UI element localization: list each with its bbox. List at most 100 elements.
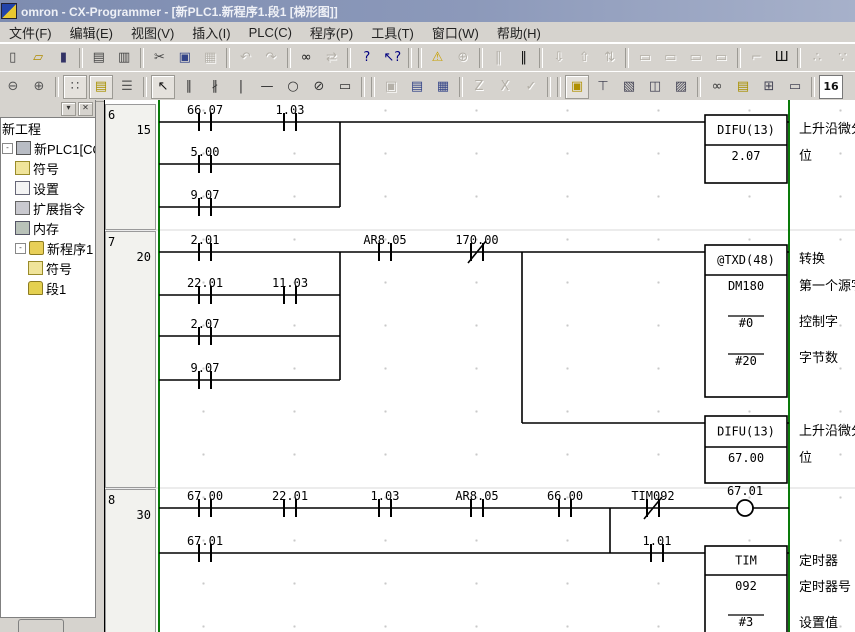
workspace-tab[interactable] xyxy=(18,619,64,632)
menu-4[interactable]: PLC(C) xyxy=(240,24,301,41)
watch-window-button[interactable]: ▧ xyxy=(617,75,641,99)
no-contact-1.03[interactable]: 1.03 xyxy=(276,103,305,131)
comment-view-button[interactable]: ▤ xyxy=(731,75,755,99)
transfer-from-plc-button[interactable]: ⇧ xyxy=(573,46,596,70)
sort-x-button[interactable]: X xyxy=(493,75,517,99)
zoom-out-button[interactable]: ⊖ xyxy=(1,75,25,99)
plc-clock-button[interactable]: ∵ xyxy=(831,46,854,70)
instruction-block-TIM[interactable]: TIM092#3 xyxy=(705,546,787,632)
instruction-block-DIFU(13)[interactable]: DIFU(13)2.07 xyxy=(705,115,787,183)
new-contact-button[interactable]: ∥ xyxy=(177,75,201,99)
monitor-mode-button[interactable]: ▭ xyxy=(659,46,682,70)
no-contact-67.00[interactable]: 67.00 xyxy=(187,489,223,517)
tree-item-符号[interactable]: 符号 xyxy=(1,158,95,178)
sort-z-button[interactable]: Z xyxy=(467,75,491,99)
menu-6[interactable]: 工具(T) xyxy=(362,22,423,43)
chevron-down-icon[interactable]: ▾ xyxy=(61,102,76,116)
tree-item-新程序1[interactable]: -新程序1 xyxy=(1,238,95,258)
output-coil-67.01[interactable]: 67.01 xyxy=(727,484,763,516)
menu-1[interactable]: 编辑(E) xyxy=(61,22,122,43)
copy-button[interactable]: ▣ xyxy=(173,46,196,70)
tree-item-段1[interactable]: 段1 xyxy=(1,278,95,298)
cross-reference-button[interactable]: ◫ xyxy=(643,75,667,99)
undo-button[interactable]: ↶ xyxy=(234,46,257,70)
tree-item-内存[interactable]: 内存 xyxy=(1,218,95,238)
no-contact-1.01[interactable]: 1.01 xyxy=(643,534,672,562)
replace-button[interactable]: ⇄ xyxy=(320,46,343,70)
tree-expander-icon[interactable]: - xyxy=(2,143,13,154)
properties-window-button[interactable]: ▨ xyxy=(669,75,693,99)
dialog-view-button[interactable]: ▭ xyxy=(783,75,807,99)
no-contact-9.07[interactable]: 9.07 xyxy=(191,361,220,389)
context-help-button[interactable]: ↖? xyxy=(381,46,404,70)
close-icon[interactable]: ✕ xyxy=(78,102,93,116)
rung-comment-button[interactable]: ▤ xyxy=(89,75,113,99)
no-contact-5.00[interactable]: 5.00 xyxy=(191,145,220,173)
tree-expander-icon[interactable]: - xyxy=(15,243,26,254)
new-closed-coil-button[interactable]: ⊘ xyxy=(307,75,331,99)
menu-3[interactable]: 插入(I) xyxy=(183,22,239,43)
no-contact-9.07[interactable]: 9.07 xyxy=(191,188,220,216)
open-button[interactable]: ▱ xyxy=(26,46,49,70)
monitor-io-button[interactable]: ▣ xyxy=(379,75,403,99)
zoom-in-button[interactable]: ⊕ xyxy=(27,75,51,99)
find-button[interactable]: ∞ xyxy=(295,46,318,70)
no-contact-66.07[interactable]: 66.07 xyxy=(187,103,223,131)
sort-check-button[interactable]: ✓ xyxy=(519,75,543,99)
nc-contact-TIM092[interactable]: TIM092 xyxy=(631,489,674,519)
new-coil-button[interactable]: ○ xyxy=(281,75,305,99)
debug-mode-button[interactable]: ▭ xyxy=(684,46,707,70)
redo-button[interactable]: ↷ xyxy=(259,46,282,70)
io-table-button[interactable]: ▦ xyxy=(431,75,455,99)
tree-item-设置[interactable]: 设置 xyxy=(1,178,95,198)
no-contact-22.01[interactable]: 22.01 xyxy=(272,489,308,517)
symbol-table-button[interactable]: ▤ xyxy=(405,75,429,99)
instruction-block-@TXD(48)[interactable]: @TXD(48)DM180#0#20 xyxy=(705,245,787,397)
online-work-button[interactable]: ⊕ xyxy=(451,46,474,70)
no-contact-11.03[interactable]: 11.03 xyxy=(272,276,308,304)
horizontal-line-button[interactable]: — xyxy=(255,75,279,99)
select-tool-button[interactable]: ↖ xyxy=(151,75,175,99)
address-reference-button[interactable]: ∞ xyxy=(705,75,729,99)
no-contact-22.01[interactable]: 22.01 xyxy=(187,276,223,304)
help-button[interactable]: ? xyxy=(355,46,378,70)
new-instruction-button[interactable]: ▭ xyxy=(333,75,357,99)
new-button[interactable]: ▯ xyxy=(1,46,24,70)
pause-button[interactable]: ‖ xyxy=(512,46,535,70)
paste-button[interactable]: ▦ xyxy=(199,46,222,70)
cut-button[interactable]: ✂ xyxy=(148,46,171,70)
print-preview-button[interactable]: ▥ xyxy=(112,46,135,70)
no-contact-66.00[interactable]: 66.00 xyxy=(547,489,583,517)
menu-7[interactable]: 窗口(W) xyxy=(423,22,488,43)
no-contact-2.01[interactable]: 2.01 xyxy=(191,233,220,261)
show-grid-button[interactable]: ∷ xyxy=(63,75,87,99)
print-button[interactable]: ▤ xyxy=(87,46,110,70)
no-contact-1.03[interactable]: 1.03 xyxy=(371,489,400,517)
new-closed-contact-button[interactable]: ∦ xyxy=(203,75,227,99)
no-contact-AR8.05[interactable]: AR8.05 xyxy=(363,233,406,261)
menu-2[interactable]: 视图(V) xyxy=(122,22,183,43)
tree-item-扩展指令[interactable]: 扩展指令 xyxy=(1,198,95,218)
tree-item-符号[interactable]: 符号 xyxy=(1,258,95,278)
menu-0[interactable]: 文件(F) xyxy=(0,22,61,43)
no-contact-67.01[interactable]: 67.01 xyxy=(187,534,223,562)
monitor-16bit-button[interactable]: 16 xyxy=(819,75,843,99)
tree-item-新工程[interactable]: 新工程 xyxy=(1,118,95,138)
no-contact-AR8.05[interactable]: AR8.05 xyxy=(455,489,498,517)
no-contact-2.07[interactable]: 2.07 xyxy=(191,317,220,345)
cycle-time-button[interactable]: ∴ xyxy=(805,46,828,70)
rung-list-button[interactable]: ☰ xyxy=(115,75,139,99)
menu-8[interactable]: 帮助(H) xyxy=(488,22,550,43)
rung-margin[interactable] xyxy=(106,232,156,488)
output-window-button[interactable]: ⊤ xyxy=(591,75,615,99)
transfer-to-plc-button[interactable]: ⇩ xyxy=(547,46,570,70)
step-run-button[interactable]: ⌐ xyxy=(745,46,768,70)
save-button[interactable]: ▮ xyxy=(52,46,75,70)
time-chart-monitor-button[interactable]: Ш xyxy=(770,46,793,70)
program-mode-button[interactable]: ▭ xyxy=(709,46,732,70)
compile-button[interactable]: ⚠ xyxy=(426,46,449,70)
run-mode-button[interactable]: ▭ xyxy=(633,46,656,70)
vertical-line-button[interactable]: | xyxy=(229,75,253,99)
compare-with-plc-button[interactable]: ⇅ xyxy=(598,46,621,70)
instruction-block-DIFU(13)[interactable]: DIFU(13)67.00 xyxy=(705,416,787,483)
